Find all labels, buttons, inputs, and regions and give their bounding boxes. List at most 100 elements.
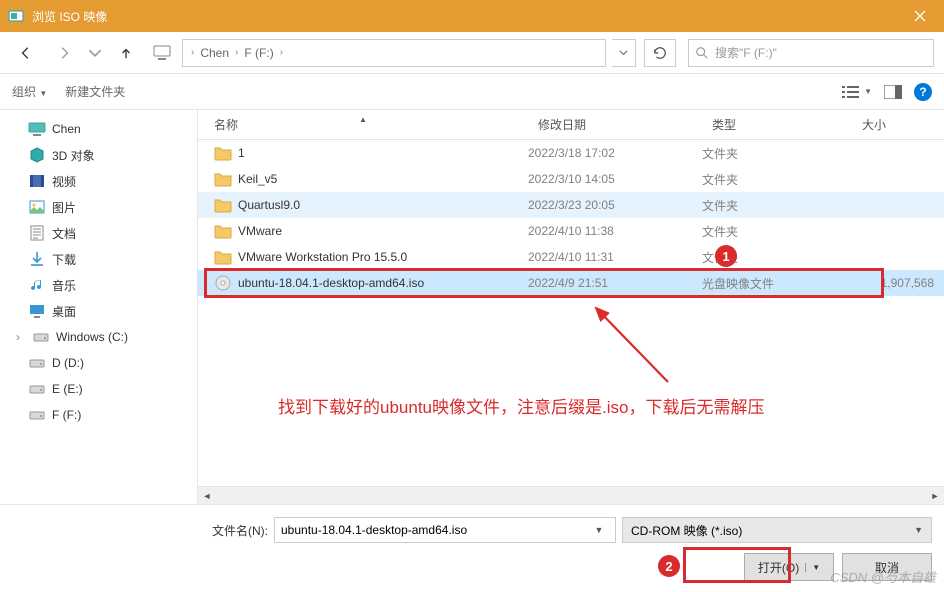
tree-item[interactable]: Chen xyxy=(0,116,197,142)
disc-icon xyxy=(214,274,232,292)
back-button[interactable] xyxy=(10,39,42,67)
tree-item[interactable]: E (E:) xyxy=(0,376,197,402)
file-date: 2022/3/10 14:05 xyxy=(528,172,702,186)
tree-item-label: 图片 xyxy=(52,199,76,216)
scroll-left-button[interactable]: ◄ xyxy=(198,487,216,505)
close-button[interactable] xyxy=(897,0,942,32)
column-headers[interactable]: ▲名称 修改日期 类型 大小 xyxy=(198,110,944,140)
file-type: 文件夹 xyxy=(702,145,852,162)
picture-icon xyxy=(28,198,46,216)
tree-item-label: 下载 xyxy=(52,251,76,268)
view-options-button[interactable]: ▼ xyxy=(842,85,872,99)
tree-item[interactable]: 文档 xyxy=(0,220,197,246)
tree-item-label: E (E:) xyxy=(52,382,83,396)
chevron-down-icon[interactable]: ▼ xyxy=(589,525,609,535)
file-type: 文件夹 xyxy=(702,171,852,188)
up-button[interactable] xyxy=(110,39,142,67)
file-name: VMware Workstation Pro 15.5.0 xyxy=(238,250,407,264)
filename-input[interactable]: ubuntu-18.04.1-desktop-amd64.iso ▼ xyxy=(274,517,616,543)
tree-item[interactable]: 图片 xyxy=(0,194,197,220)
tree-item[interactable]: 视频 xyxy=(0,168,197,194)
tree-item[interactable]: 桌面 xyxy=(0,298,197,324)
drive-icon xyxy=(28,406,46,424)
folder-icon xyxy=(214,248,232,266)
recent-dropdown[interactable] xyxy=(86,39,104,67)
pc-icon xyxy=(28,120,46,138)
organize-menu[interactable]: 组织 ▼ xyxy=(12,83,47,100)
file-date: 2022/3/18 17:02 xyxy=(528,146,702,160)
file-list: ▲名称 修改日期 类型 大小 12022/3/18 17:02文件夹Keil_v… xyxy=(198,110,944,504)
open-button[interactable]: 打开(O)▼ xyxy=(744,553,834,581)
column-type[interactable]: 类型 xyxy=(702,116,852,133)
toolbar: 组织 ▼ 新建文件夹 ▼ ? xyxy=(0,74,944,110)
column-size[interactable]: 大小 xyxy=(852,116,944,133)
file-row[interactable]: 1 2022/3/18 17:02文件夹 xyxy=(198,140,944,166)
file-row[interactable]: VMware2022/4/10 11:38文件夹 xyxy=(198,218,944,244)
forward-button[interactable] xyxy=(48,39,80,67)
file-type: 文件夹 xyxy=(702,249,852,266)
tree-item[interactable]: D (D:) xyxy=(0,350,197,376)
annotation-text: 找到下载好的ubuntu映像文件，注意后缀是.iso，下载后无需解压 xyxy=(278,393,764,418)
chevron-down-icon[interactable]: ▼ xyxy=(914,525,923,535)
file-row[interactable]: Keil_v52022/3/10 14:05文件夹 xyxy=(198,166,944,192)
expand-icon[interactable]: › xyxy=(10,330,26,344)
annotation-arrow xyxy=(578,300,698,390)
help-button[interactable]: ? xyxy=(914,83,932,101)
filter-value: CD-ROM 映像 (*.iso) xyxy=(631,522,742,539)
tree-item-label: 音乐 xyxy=(52,277,76,294)
column-name[interactable]: ▲名称 xyxy=(198,116,528,133)
file-row[interactable]: VMware Workstation Pro 15.5.02022/4/10 1… xyxy=(198,244,944,270)
film-icon xyxy=(28,172,46,190)
tree-view[interactable]: Chen 3D 对象视频图片文档下载音乐桌面 › Windows (C:) D (D:)… xyxy=(0,110,198,504)
tree-item-label: Windows (C:) xyxy=(56,330,128,344)
file-date: 2022/4/9 21:51 xyxy=(528,276,702,290)
file-type-filter[interactable]: CD-ROM 映像 (*.iso) ▼ xyxy=(622,517,932,543)
breadcrumb-item[interactable]: Chen xyxy=(196,46,233,60)
search-input[interactable]: 搜索"F (F:)" xyxy=(688,39,934,67)
navbar: › Chen › F (F:) › 搜索"F (F:)" xyxy=(0,32,944,74)
tree-item-label: D (D:) xyxy=(52,356,84,370)
download-icon xyxy=(28,250,46,268)
titlebar: 浏览 ISO 映像 xyxy=(0,0,944,32)
desktop-icon xyxy=(28,302,46,320)
scroll-right-button[interactable]: ► xyxy=(926,487,944,505)
app-icon xyxy=(8,8,24,24)
chevron-right-icon: › xyxy=(189,47,196,58)
breadcrumb-item[interactable]: F (F:) xyxy=(240,46,277,60)
folder-icon xyxy=(214,196,232,214)
address-dropdown[interactable] xyxy=(612,39,636,67)
sort-indicator-icon: ▲ xyxy=(359,115,367,124)
file-row[interactable]: Quartusl9.02022/3/23 20:05文件夹 xyxy=(198,192,944,218)
chevron-right-icon: › xyxy=(278,47,285,58)
address-bar[interactable]: › Chen › F (F:) › xyxy=(182,39,606,67)
filename-label: 文件名(N): xyxy=(212,522,268,539)
search-placeholder: 搜索"F (F:)" xyxy=(715,44,777,61)
new-folder-button[interactable]: 新建文件夹 xyxy=(65,83,125,100)
cancel-button[interactable]: 取消 xyxy=(842,553,932,581)
tree-item[interactable]: F (F:) xyxy=(0,402,197,428)
tree-item-label: 桌面 xyxy=(52,303,76,320)
preview-pane-button[interactable] xyxy=(884,85,902,99)
column-date[interactable]: 修改日期 xyxy=(528,116,702,133)
folder-icon xyxy=(214,170,232,188)
tree-item-label: F (F:) xyxy=(52,408,81,422)
tree-item-label: Chen xyxy=(52,122,81,136)
file-size: 1,907,568 xyxy=(852,276,944,290)
file-name: 1 xyxy=(238,146,245,160)
tree-item-label: 3D 对象 xyxy=(52,147,95,164)
tree-item[interactable]: › Windows (C:) xyxy=(0,324,197,350)
drive-icon xyxy=(28,354,46,372)
horizontal-scrollbar[interactable]: ◄ ► xyxy=(198,486,944,504)
window-title: 浏览 ISO 映像 xyxy=(32,8,897,25)
drive-icon xyxy=(28,380,46,398)
drive-icon xyxy=(32,328,50,346)
file-type: 文件夹 xyxy=(702,223,852,240)
refresh-button[interactable] xyxy=(644,39,676,67)
tree-item[interactable]: 下载 xyxy=(0,246,197,272)
tree-item[interactable]: 音乐 xyxy=(0,272,197,298)
file-rows[interactable]: 12022/3/18 17:02文件夹Keil_v52022/3/10 14:0… xyxy=(198,140,944,486)
file-date: 2022/3/23 20:05 xyxy=(528,198,702,212)
file-row[interactable]: ubuntu-18.04.1-desktop-amd64.iso2022/4/9… xyxy=(198,270,944,296)
file-type: 文件夹 xyxy=(702,197,852,214)
tree-item[interactable]: 3D 对象 xyxy=(0,142,197,168)
